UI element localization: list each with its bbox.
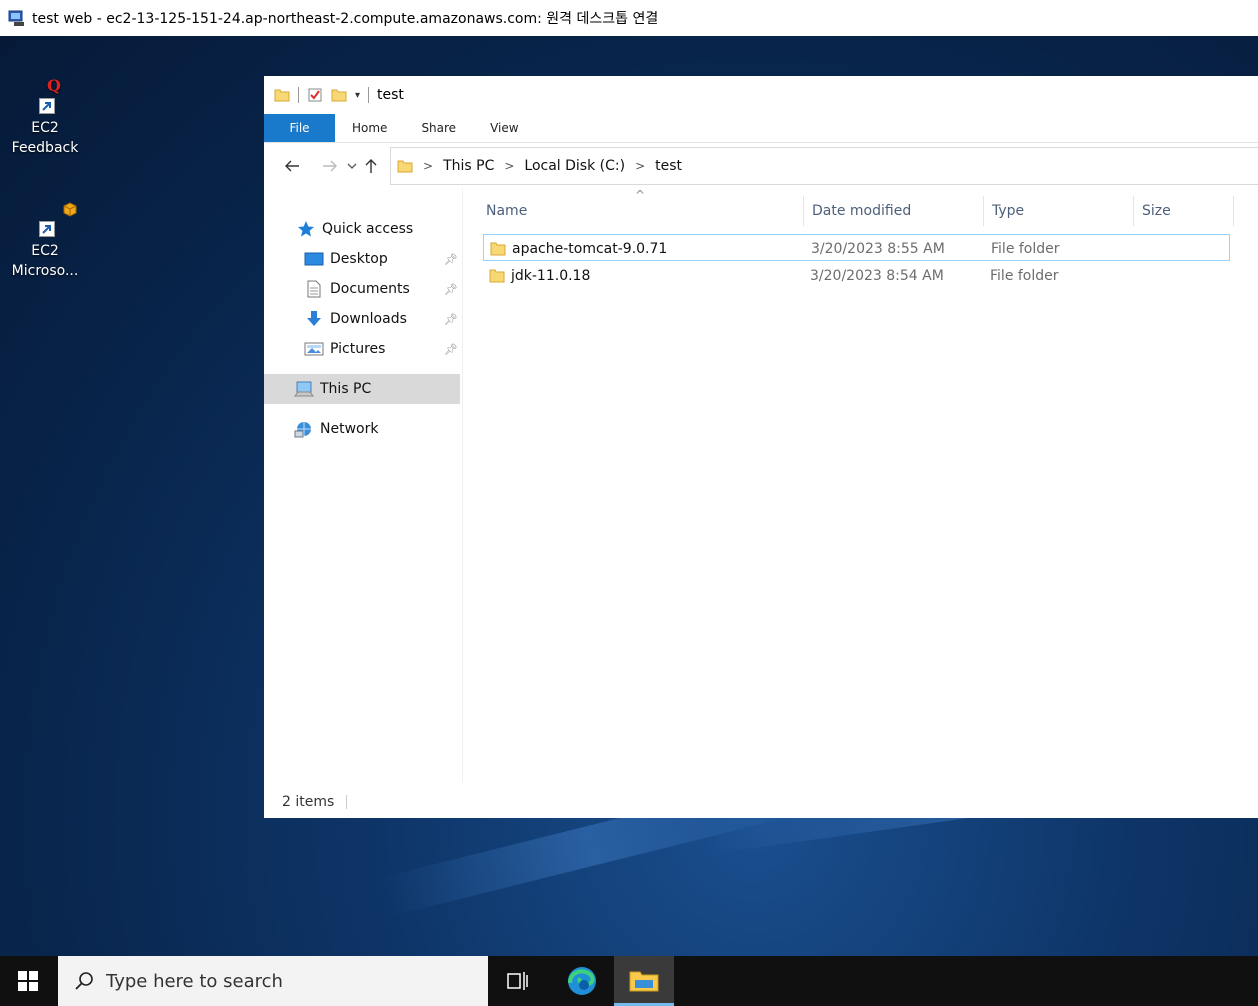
content-area: Quick access Desktop 📌︎ Documents 📌︎ Dow… — [264, 188, 1258, 782]
nav-item-label: Pictures — [330, 341, 386, 357]
file-explorer-icon — [629, 971, 659, 992]
forward-arrow-icon — [323, 160, 337, 172]
column-header-type[interactable]: Type — [992, 196, 1024, 226]
status-bar: 2 items — [282, 794, 348, 810]
forward-button[interactable] — [316, 152, 344, 180]
back-button[interactable] — [278, 152, 306, 180]
desktop-icon-label: Feedback — [11, 140, 79, 156]
file-name: apache-tomcat-9.0.71 — [512, 240, 668, 257]
folder-icon[interactable] — [274, 87, 290, 103]
quick-access-toolbar: ▾ test — [264, 76, 1258, 114]
folder-icon — [489, 269, 505, 282]
rdp-title: test web - ec2-13-125-151-24.ap-northeas… — [32, 11, 659, 27]
breadcrumb-test[interactable]: test — [655, 158, 682, 174]
nav-item-pictures[interactable]: Pictures 📌︎ — [304, 334, 458, 364]
window-title: test — [377, 87, 404, 103]
computer-icon — [294, 381, 314, 397]
start-button[interactable] — [0, 956, 56, 1006]
file-explorer-taskbar-button[interactable] — [614, 956, 674, 1006]
folder-icon — [490, 242, 506, 255]
nav-item-quick-access[interactable]: Quick access — [296, 214, 413, 244]
folder-icon — [397, 160, 413, 173]
download-arrow-icon — [307, 311, 321, 326]
remote-desktop-icon — [8, 10, 24, 26]
nav-item-label: Desktop — [330, 251, 388, 267]
network-icon — [294, 422, 311, 438]
tab-home[interactable]: Home — [335, 114, 404, 142]
desktop-icon-label: EC2 — [31, 243, 59, 259]
breadcrumb-chevron-icon[interactable]: > — [423, 159, 433, 173]
table-row[interactable]: apache-tomcat-9.0.71 3/20/2023 8:55 AM F… — [483, 234, 1230, 261]
breadcrumb-chevron-icon[interactable]: > — [635, 159, 645, 173]
desktop-icon-label: EC2 — [31, 120, 59, 136]
back-arrow-icon — [285, 160, 299, 172]
nav-item-desktop[interactable]: Desktop 📌︎ — [304, 244, 458, 274]
breadcrumb-chevron-icon[interactable]: > — [504, 159, 514, 173]
column-header-size[interactable]: Size — [1142, 196, 1171, 226]
desktop-icon-ec2-feedback[interactable]: Q EC2 Feedback — [0, 76, 90, 158]
file-date: 3/20/2023 8:55 AM — [811, 240, 945, 257]
properties-icon[interactable] — [307, 87, 323, 103]
pin-icon[interactable]: 📌︎ — [444, 253, 458, 266]
nav-item-label: Downloads — [330, 311, 407, 327]
up-button[interactable] — [360, 152, 382, 180]
search-placeholder: Type here to search — [106, 970, 283, 992]
file-list: ^ Name Date modified Type Size apache-to… — [463, 188, 1258, 782]
documents-icon — [307, 280, 321, 298]
customize-qat-icon[interactable]: ▾ — [355, 90, 360, 101]
desktop-icon-ec2-microsoft[interactable]: EC2 Microso... — [0, 199, 90, 281]
taskbar: Type here to search — [0, 956, 1258, 1006]
windows-logo-icon — [18, 971, 38, 991]
task-view-icon — [507, 972, 528, 990]
nav-item-downloads[interactable]: Downloads 📌︎ — [304, 304, 458, 334]
shortcut-arrow-icon — [39, 221, 55, 237]
package-icon — [63, 202, 77, 217]
shortcut-arrow-icon — [39, 98, 55, 114]
search-icon — [75, 972, 93, 990]
file-type: File folder — [990, 267, 1059, 284]
tab-view[interactable]: View — [473, 114, 535, 142]
edge-browser-icon — [568, 967, 596, 995]
nav-item-network[interactable]: Network — [294, 414, 378, 444]
breadcrumb-this-pc[interactable]: This PC — [443, 158, 494, 174]
nav-item-label: Network — [320, 421, 379, 437]
ribbon-tabs: File Home Share View — [264, 114, 1258, 142]
sort-ascending-icon: ^ — [635, 188, 646, 202]
feedback-q-icon: Q — [47, 76, 61, 95]
tab-file[interactable]: File — [264, 114, 335, 142]
item-count: 2 items — [282, 794, 335, 810]
nav-item-label: Quick access — [322, 221, 414, 237]
star-icon — [298, 221, 314, 237]
task-view-button[interactable] — [490, 956, 546, 1006]
desktop-icon — [304, 252, 324, 266]
edge-button[interactable] — [554, 956, 610, 1006]
column-header-date-modified[interactable]: Date modified — [812, 196, 911, 226]
file-explorer-window: ▾ test File Home Share View > This PC > … — [264, 76, 1258, 818]
navigation-pane: Quick access Desktop 📌︎ Documents 📌︎ Dow… — [264, 188, 463, 782]
rdp-titlebar: test web - ec2-13-125-151-24.ap-northeas… — [0, 0, 1258, 36]
nav-item-label: Documents — [330, 281, 410, 297]
navigation-bar: > This PC > Local Disk (C:) > test — [264, 143, 1258, 189]
pin-icon[interactable]: 📌︎ — [444, 283, 458, 296]
new-folder-icon[interactable] — [331, 87, 347, 103]
chevron-down-icon — [347, 163, 357, 169]
address-bar[interactable]: > This PC > Local Disk (C:) > test — [390, 147, 1258, 185]
nav-item-label: This PC — [320, 381, 372, 397]
file-date: 3/20/2023 8:54 AM — [810, 267, 944, 284]
recent-locations-button[interactable] — [344, 152, 360, 180]
nav-item-this-pc[interactable]: This PC — [294, 374, 371, 404]
column-header-name[interactable]: Name — [486, 196, 527, 226]
pictures-icon — [304, 342, 324, 356]
file-type: File folder — [991, 240, 1060, 257]
table-row[interactable]: jdk-11.0.18 3/20/2023 8:54 AM File folde… — [483, 262, 1230, 289]
file-name: jdk-11.0.18 — [511, 267, 591, 284]
tab-share[interactable]: Share — [404, 114, 473, 142]
breadcrumb-local-disk[interactable]: Local Disk (C:) — [524, 158, 625, 174]
desktop-icon-label: Microso... — [11, 263, 79, 279]
pin-icon[interactable]: 📌︎ — [444, 313, 458, 326]
pin-icon[interactable]: 📌︎ — [444, 343, 458, 356]
up-arrow-icon — [365, 159, 377, 173]
taskbar-search-box[interactable]: Type here to search — [58, 956, 488, 1006]
nav-item-documents[interactable]: Documents 📌︎ — [304, 274, 458, 304]
